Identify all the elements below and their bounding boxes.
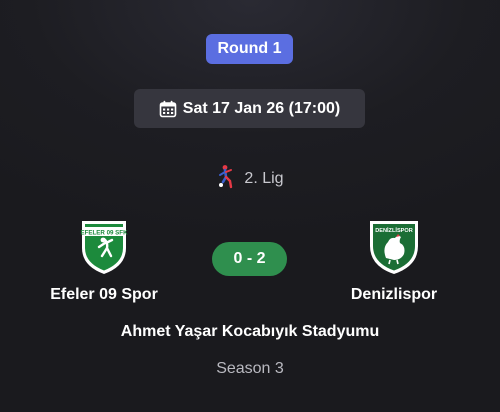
- home-team[interactable]: EFELER 09 SFK Efeler 09 Spor: [29, 218, 179, 304]
- calendar-icon: [159, 100, 177, 118]
- home-crest-text: EFELER 09 SFK: [80, 229, 128, 236]
- away-team[interactable]: DENİZLİSPOR Denizlispor: [319, 218, 469, 304]
- league[interactable]: 2. Lig: [0, 164, 500, 195]
- stadium-name: Ahmet Yaşar Kocabıyık Stadyumu: [120, 323, 380, 340]
- round-badge: Round 1: [206, 34, 293, 64]
- league-name: 2. Lig: [244, 170, 284, 187]
- datetime-text: Sat 17 Jan 26 (17:00): [182, 99, 341, 117]
- score-badge: 0 - 2: [212, 242, 287, 276]
- away-team-name: Denizlispor: [350, 286, 438, 303]
- season-label: Season 3: [216, 360, 284, 377]
- match-datetime: Sat 17 Jan 26 (17:00): [134, 89, 365, 128]
- away-team-crest-icon: DENİZLİSPOR: [370, 221, 418, 274]
- league-logo-icon: [216, 164, 236, 195]
- home-team-name: Efeler 09 Spor: [50, 286, 158, 303]
- home-team-crest-icon: EFELER 09 SFK: [80, 221, 128, 274]
- away-crest-text: DENİZLİSPOR: [375, 227, 413, 234]
